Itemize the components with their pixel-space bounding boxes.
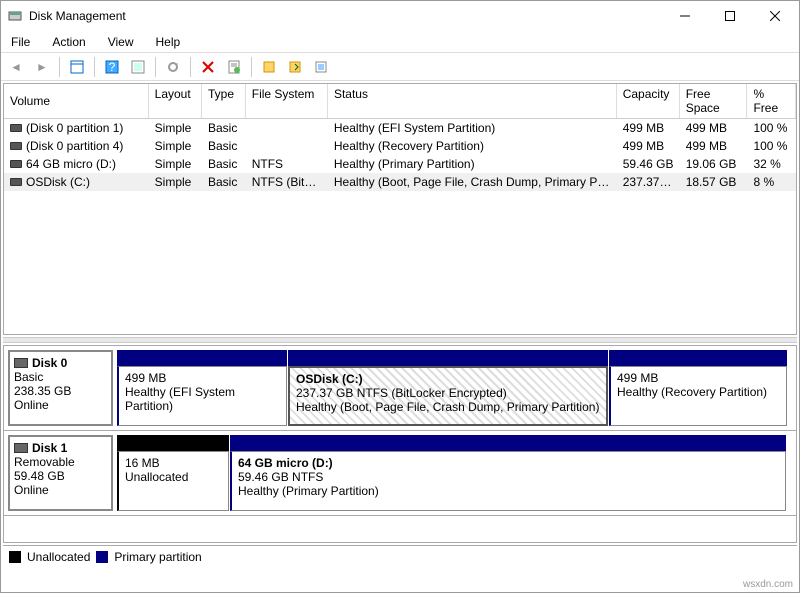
col-filesystem[interactable]: File System xyxy=(246,84,328,118)
delete-icon[interactable] xyxy=(197,56,219,78)
menu-view[interactable]: View xyxy=(104,35,138,49)
svg-text:?: ? xyxy=(109,60,116,74)
legend-label-unalloc: Unallocated xyxy=(27,550,90,564)
col-volume[interactable]: Volume xyxy=(4,84,149,118)
col-freespace[interactable]: Free Space xyxy=(680,84,748,118)
legend: Unallocated Primary partition xyxy=(3,545,797,567)
table-row[interactable]: OSDisk (C:)SimpleBasicNTFS (BitLo...Heal… xyxy=(4,173,796,191)
table-row[interactable]: (Disk 0 partition 4)SimpleBasicHealthy (… xyxy=(4,137,796,155)
toolbar: ◄ ► ? xyxy=(1,53,799,81)
volume-table: Volume Layout Type File System Status Ca… xyxy=(3,83,797,335)
disk-info[interactable]: Disk 0Basic238.35 GBOnline xyxy=(8,350,113,426)
disk-row: Disk 1Removable59.48 GBOnline16 MBUnallo… xyxy=(4,431,796,516)
app-icon xyxy=(7,8,23,24)
legend-swatch-primary xyxy=(96,551,108,563)
splitter[interactable] xyxy=(3,337,797,343)
disk-row: Disk 0Basic238.35 GBOnline499 MBHealthy … xyxy=(4,346,796,431)
legend-swatch-unalloc xyxy=(9,551,21,563)
table-row[interactable]: 64 GB micro (D:)SimpleBasicNTFSHealthy (… xyxy=(4,155,796,173)
refresh-icon[interactable] xyxy=(162,56,184,78)
col-status[interactable]: Status xyxy=(328,84,617,118)
action3-icon[interactable] xyxy=(310,56,332,78)
window-title: Disk Management xyxy=(29,9,662,23)
properties-icon[interactable] xyxy=(223,56,245,78)
help-icon[interactable]: ? xyxy=(101,56,123,78)
col-capacity[interactable]: Capacity xyxy=(617,84,680,118)
maximize-button[interactable] xyxy=(707,1,752,31)
disk-map: Disk 0Basic238.35 GBOnline499 MBHealthy … xyxy=(3,345,797,543)
menubar: File Action View Help xyxy=(1,31,799,53)
col-pctfree[interactable]: % Free xyxy=(747,84,796,118)
partition[interactable]: 64 GB micro (D:)59.46 GB NTFSHealthy (Pr… xyxy=(230,451,786,511)
legend-label-primary: Primary partition xyxy=(114,550,201,564)
partition[interactable]: 16 MBUnallocated xyxy=(117,451,229,511)
col-type[interactable]: Type xyxy=(202,84,246,118)
menu-action[interactable]: Action xyxy=(48,35,89,49)
titlebar: Disk Management xyxy=(1,1,799,31)
back-icon: ◄ xyxy=(5,56,27,78)
partition[interactable]: 499 MBHealthy (EFI System Partition) xyxy=(117,366,287,426)
action2-icon[interactable] xyxy=(284,56,306,78)
partition[interactable]: 499 MBHealthy (Recovery Partition) xyxy=(609,366,787,426)
action1-icon[interactable] xyxy=(258,56,280,78)
minimize-button[interactable] xyxy=(662,1,707,31)
footer-watermark: wsxdn.com xyxy=(743,579,793,590)
forward-icon: ► xyxy=(31,56,53,78)
close-button[interactable] xyxy=(752,1,797,31)
disk-info[interactable]: Disk 1Removable59.48 GBOnline xyxy=(8,435,113,511)
col-layout[interactable]: Layout xyxy=(149,84,202,118)
view-icon[interactable] xyxy=(66,56,88,78)
menu-file[interactable]: File xyxy=(7,35,34,49)
settings-icon[interactable] xyxy=(127,56,149,78)
menu-help[interactable]: Help xyxy=(152,35,185,49)
table-row[interactable]: (Disk 0 partition 1)SimpleBasicHealthy (… xyxy=(4,119,796,137)
volume-table-header: Volume Layout Type File System Status Ca… xyxy=(4,84,796,119)
partition[interactable]: OSDisk (C:)237.37 GB NTFS (BitLocker Enc… xyxy=(288,366,608,426)
